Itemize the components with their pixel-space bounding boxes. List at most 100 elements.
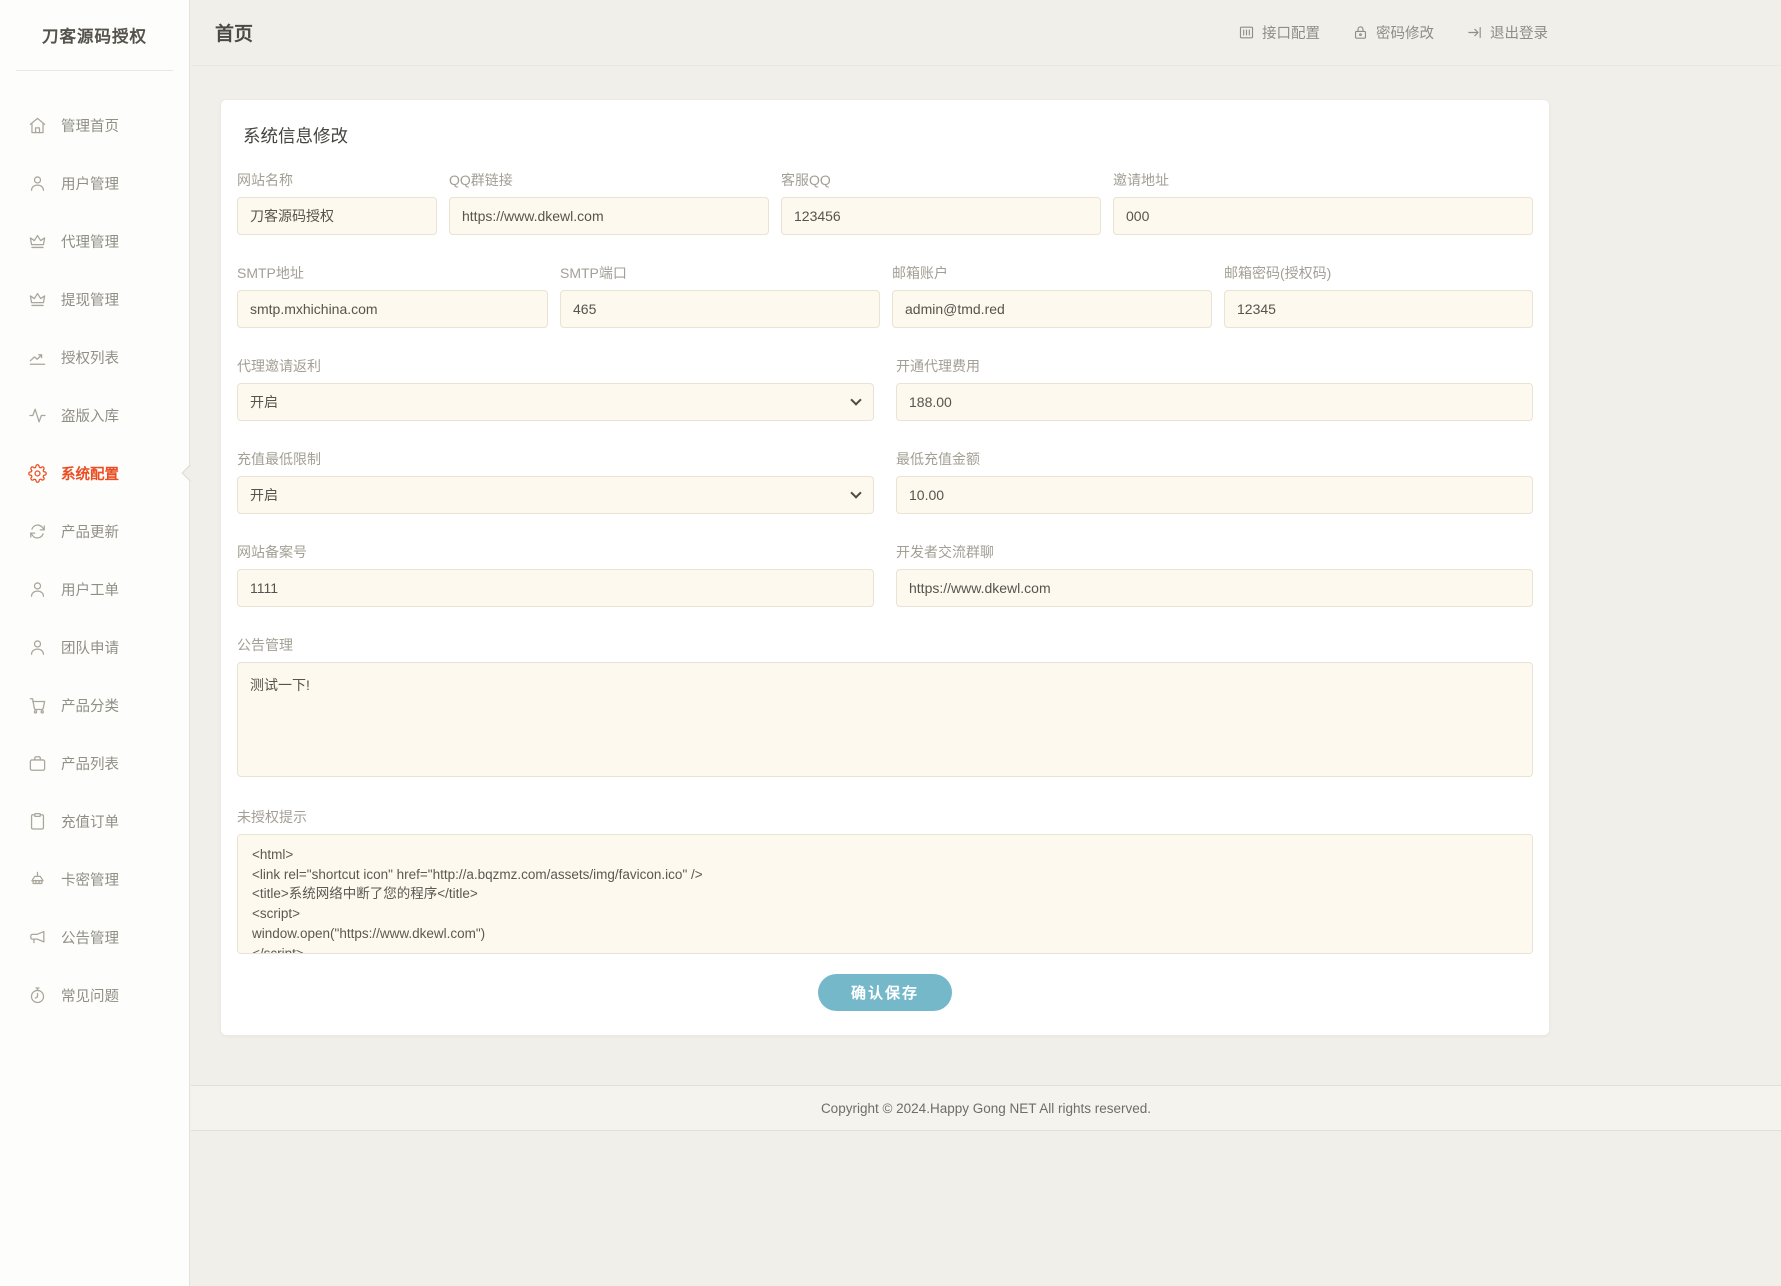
clipboard-icon <box>28 812 47 831</box>
page-title: 首页 <box>215 19 253 46</box>
mail-password-label: 邮箱密码(授权码) <box>1224 263 1533 283</box>
field-dev-group: 开发者交流群聊 <box>896 542 1533 607</box>
qq-group-link-input[interactable] <box>449 197 769 235</box>
trend-chart-icon <box>28 348 47 367</box>
sidebar-item-users[interactable]: 用户管理 <box>0 154 189 212</box>
mail-password-input[interactable] <box>1224 290 1533 328</box>
footer: Copyright © 2024.Happy Gong NET All righ… <box>191 1085 1781 1131</box>
change-password-button[interactable]: 密码修改 <box>1352 22 1434 43</box>
field-service-qq: 客服QQ <box>781 170 1101 235</box>
service-qq-input[interactable] <box>781 197 1101 235</box>
api-config-label: 接口配置 <box>1262 22 1320 43</box>
copyright-text: Copyright © 2024.Happy Gong NET All righ… <box>821 1101 1151 1116</box>
field-icp-number: 网站备案号 <box>237 542 874 607</box>
sidebar-item-agents[interactable]: 代理管理 <box>0 212 189 270</box>
sidebar-item-label: 管理首页 <box>61 115 119 136</box>
logout-button[interactable]: 退出登录 <box>1466 22 1548 43</box>
sidebar-item-product-update[interactable]: 产品更新 <box>0 502 189 560</box>
form-row-2: SMTP地址 SMTP端口 邮箱账户 邮箱密码(授权码) <box>237 263 1533 328</box>
sidebar-item-label: 授权列表 <box>61 347 119 368</box>
sidebar-item-team-apply[interactable]: 团队申请 <box>0 618 189 676</box>
card-title: 系统信息修改 <box>243 123 1533 148</box>
form-row-4: 充值最低限制 开启 最低充值金额 <box>237 449 1533 514</box>
site-name-label: 网站名称 <box>237 170 437 190</box>
dev-group-input[interactable] <box>896 569 1533 607</box>
announcement-label: 公告管理 <box>237 635 1533 655</box>
brush-icon <box>28 870 47 889</box>
invite-address-input[interactable] <box>1113 197 1533 235</box>
sidebar-item-label: 系统配置 <box>61 463 119 484</box>
service-qq-label: 客服QQ <box>781 170 1101 190</box>
sidebar-item-label: 用户工单 <box>61 579 119 600</box>
field-announcement: 公告管理 测试一下! <box>237 635 1533 777</box>
smtp-host-label: SMTP地址 <box>237 263 548 283</box>
sidebar-item-product-list[interactable]: 产品列表 <box>0 734 189 792</box>
sidebar-item-label: 产品列表 <box>61 753 119 774</box>
user-icon <box>28 174 47 193</box>
sidebar-item-withdrawals[interactable]: 提现管理 <box>0 270 189 328</box>
min-recharge-label: 最低充值金额 <box>896 449 1533 469</box>
user-icon <box>28 638 47 657</box>
field-smtp-port: SMTP端口 <box>560 263 880 328</box>
sidebar-item-product-category[interactable]: 产品分类 <box>0 676 189 734</box>
sidebar-item-label: 产品分类 <box>61 695 119 716</box>
form-row-1: 网站名称 QQ群链接 客服QQ 邀请地址 <box>237 170 1533 235</box>
brand-title: 刀客源码授权 <box>0 0 189 70</box>
cart-icon <box>28 696 47 715</box>
smtp-port-input[interactable] <box>560 290 880 328</box>
unauthorized-tip-textarea[interactable]: <html> <link rel="shortcut icon" href="h… <box>237 834 1533 954</box>
dev-group-label: 开发者交流群聊 <box>896 542 1533 562</box>
sidebar: 刀客源码授权 管理首页 用户管理 代理管理 提现管理 授权列表 盗版入库 系 <box>0 0 190 1286</box>
announcement-textarea[interactable]: 测试一下! <box>237 662 1533 777</box>
megaphone-icon <box>28 928 47 947</box>
crown-icon <box>28 290 47 309</box>
agent-rebate-select[interactable]: 开启 <box>237 383 874 421</box>
sidebar-item-recharge-orders[interactable]: 充值订单 <box>0 792 189 850</box>
api-config-icon <box>1238 24 1255 41</box>
field-unauthorized-tip: 未授权提示 <html> <link rel="shortcut icon" h… <box>237 807 1533 954</box>
field-mail-account: 邮箱账户 <box>892 263 1212 328</box>
topbar: 首页 接口配置 密码修改 退出登录 <box>191 0 1781 66</box>
agent-fee-input[interactable] <box>896 383 1533 421</box>
form-row-5: 网站备案号 开发者交流群聊 <box>237 542 1533 607</box>
mail-account-input[interactable] <box>892 290 1212 328</box>
logout-label: 退出登录 <box>1490 22 1548 43</box>
sidebar-menu: 管理首页 用户管理 代理管理 提现管理 授权列表 盗版入库 系统配置 <box>0 71 189 1024</box>
sidebar-item-user-tickets[interactable]: 用户工单 <box>0 560 189 618</box>
agent-rebate-label: 代理邀请返利 <box>237 356 874 376</box>
site-name-input[interactable] <box>237 197 437 235</box>
sidebar-item-home[interactable]: 管理首页 <box>0 96 189 154</box>
lock-icon <box>1352 24 1369 41</box>
invite-address-label: 邀请地址 <box>1113 170 1533 190</box>
min-recharge-input[interactable] <box>896 476 1533 514</box>
recharge-limit-select[interactable]: 开启 <box>237 476 874 514</box>
sidebar-item-label: 常见问题 <box>61 985 119 1006</box>
sidebar-item-faq[interactable]: 常见问题 <box>0 966 189 1024</box>
field-mail-password: 邮箱密码(授权码) <box>1224 263 1533 328</box>
field-invite-address: 邀请地址 <box>1113 170 1533 235</box>
field-recharge-limit: 充值最低限制 开启 <box>237 449 874 514</box>
form-row-3: 代理邀请返利 开启 开通代理费用 <box>237 356 1533 421</box>
icp-number-input[interactable] <box>237 569 874 607</box>
unauthorized-tip-label: 未授权提示 <box>237 807 1533 827</box>
sidebar-item-system-config[interactable]: 系统配置 <box>0 444 189 502</box>
qq-group-link-label: QQ群链接 <box>449 170 769 190</box>
topbar-actions: 接口配置 密码修改 退出登录 <box>1238 22 1548 43</box>
field-smtp-host: SMTP地址 <box>237 263 548 328</box>
sidebar-item-piracy[interactable]: 盗版入库 <box>0 386 189 444</box>
home-icon <box>28 116 47 135</box>
refresh-icon <box>28 522 47 541</box>
sidebar-item-label: 公告管理 <box>61 927 119 948</box>
api-config-button[interactable]: 接口配置 <box>1238 22 1320 43</box>
sidebar-item-auth-list[interactable]: 授权列表 <box>0 328 189 386</box>
smtp-host-input[interactable] <box>237 290 548 328</box>
sidebar-item-label: 产品更新 <box>61 521 119 542</box>
sidebar-item-card-keys[interactable]: 卡密管理 <box>0 850 189 908</box>
field-site-name: 网站名称 <box>237 170 437 235</box>
save-button[interactable]: 确认保存 <box>818 974 952 1011</box>
change-password-label: 密码修改 <box>1376 22 1434 43</box>
system-info-card: 系统信息修改 网站名称 QQ群链接 客服QQ 邀请地址 <box>220 99 1550 1036</box>
activity-icon <box>28 406 47 425</box>
sidebar-item-announcements[interactable]: 公告管理 <box>0 908 189 966</box>
logout-icon <box>1466 24 1483 41</box>
